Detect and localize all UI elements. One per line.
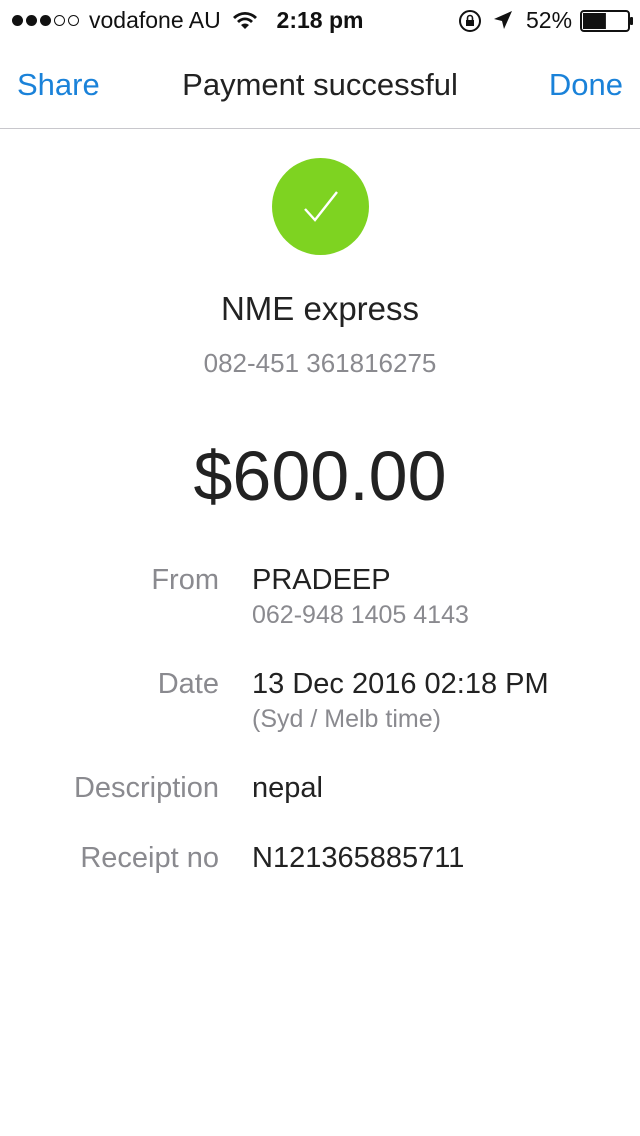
receipt-label: Receipt no bbox=[80, 842, 219, 874]
date-value: 13 Dec 2016 02:18 PM bbox=[252, 668, 549, 700]
payee-name: NME express bbox=[220, 290, 420, 327]
receipt-number: N121365885711 bbox=[252, 842, 465, 874]
status-bar: vodafone AU 2:18 pm 52% bbox=[0, 0, 640, 40]
checkmark-icon bbox=[303, 190, 338, 222]
description-label: Description bbox=[73, 772, 219, 804]
from-name: PRADEEP bbox=[252, 564, 391, 596]
battery-icon bbox=[580, 10, 633, 32]
done-button[interactable]: Done bbox=[549, 67, 623, 103]
location-arrow-icon bbox=[494, 11, 512, 29]
date-label: Date bbox=[157, 668, 219, 700]
success-badge bbox=[272, 158, 369, 255]
date-note: (Syd / Melb time) bbox=[252, 705, 441, 733]
description-value: nepal bbox=[252, 772, 323, 804]
payment-amount: $600.00 bbox=[193, 437, 447, 515]
page-title: Payment successful bbox=[182, 67, 458, 102]
nav-bar: Share Payment successful Done bbox=[0, 40, 640, 129]
from-label: From bbox=[151, 564, 219, 596]
from-account: 062-948 1405 4143 bbox=[252, 601, 469, 629]
payee-account: 082-451 361816275 bbox=[203, 348, 437, 378]
rotation-lock-icon bbox=[459, 10, 481, 32]
battery-percent: 52% bbox=[526, 7, 573, 33]
